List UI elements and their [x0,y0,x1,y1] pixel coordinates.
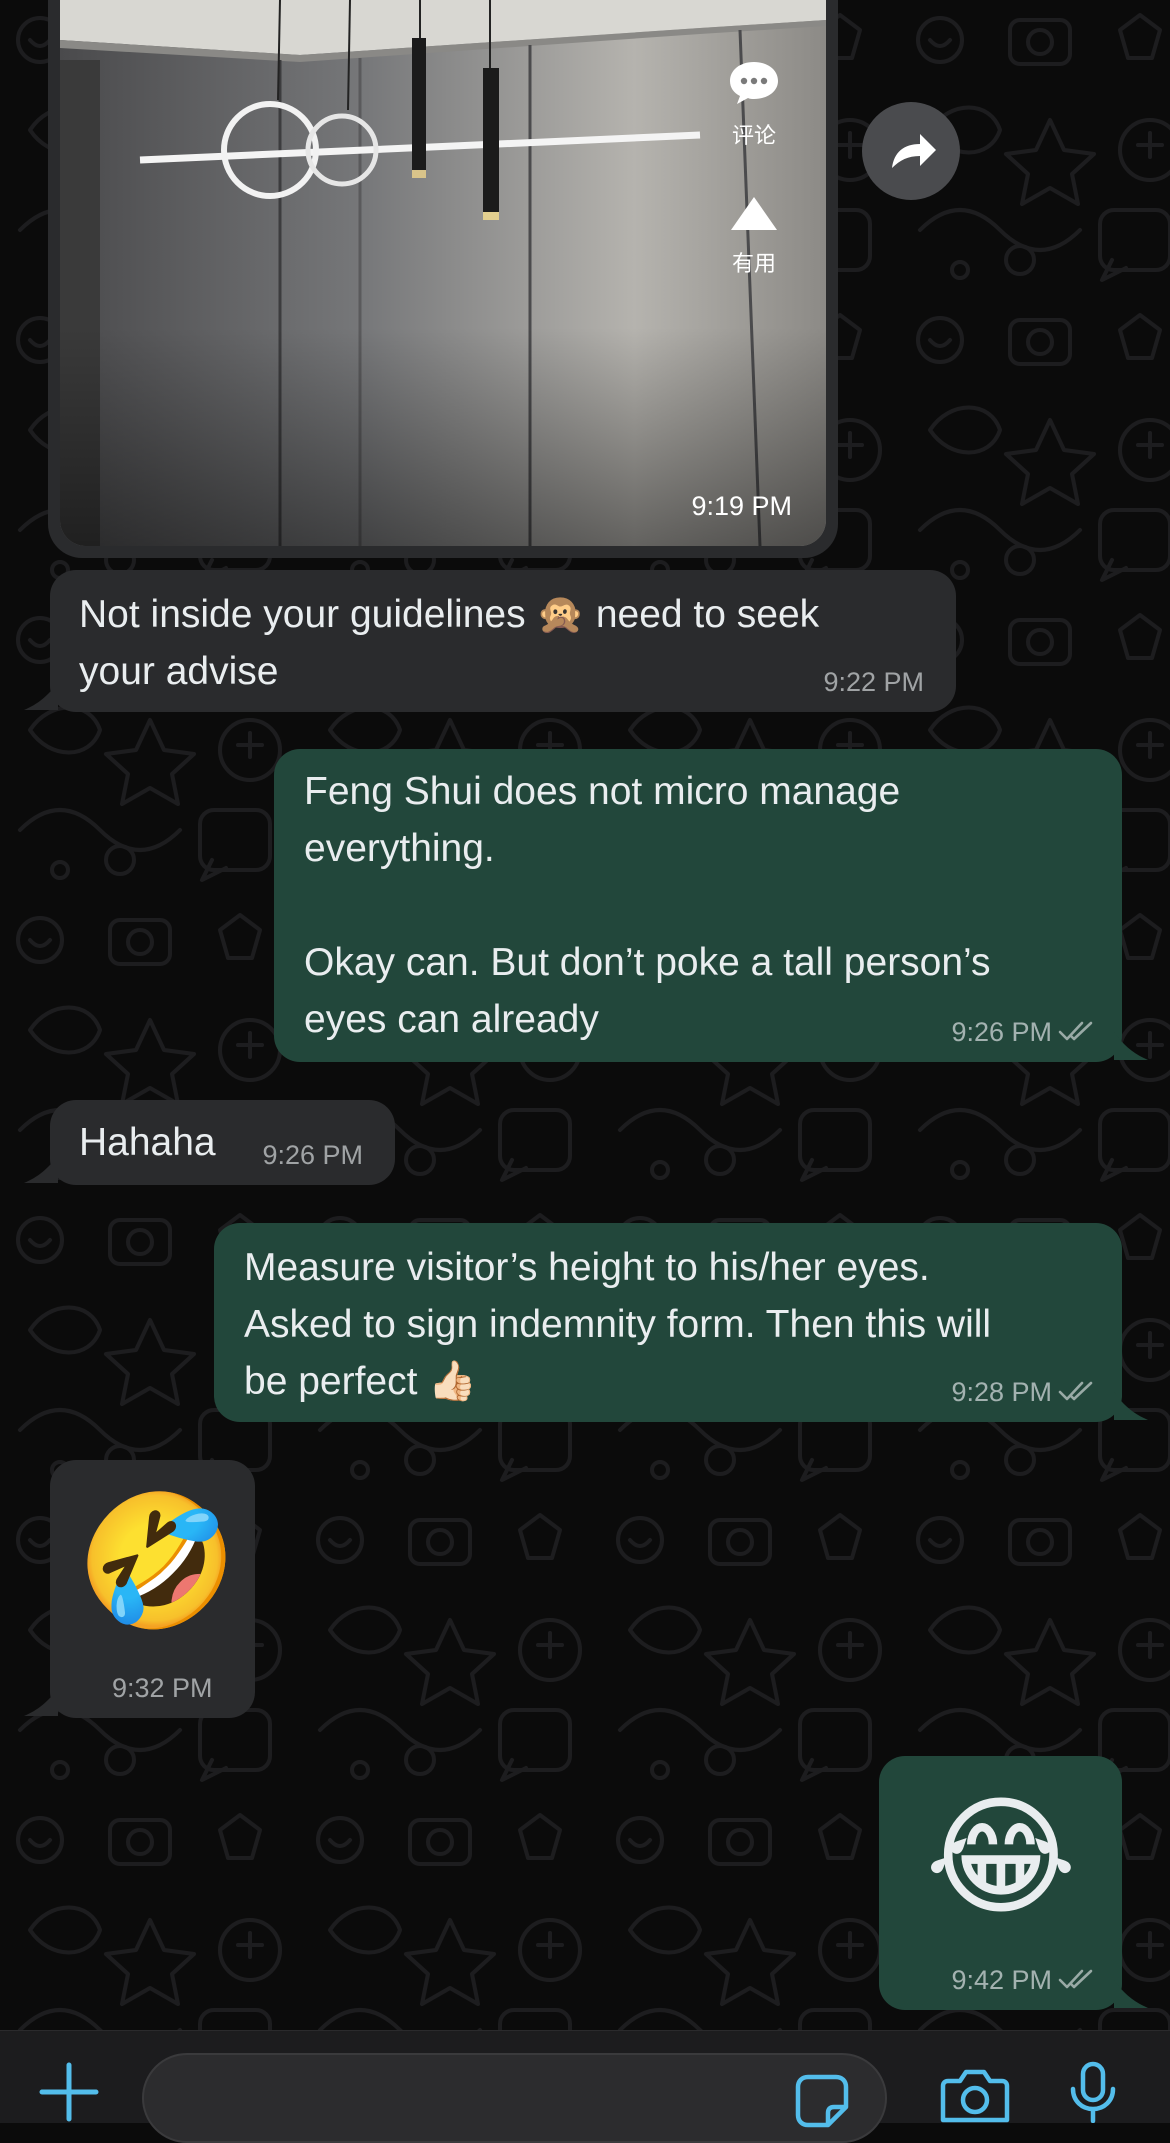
triangle-up-icon [731,197,777,230]
incoming-emoji-message[interactable]: 🤣 9:32 PM [50,1460,255,1718]
bubble-tail [1114,1032,1148,1060]
bubble-tail [24,1155,58,1183]
image-message[interactable]: 评论 有用 9:19 PM [48,0,838,558]
message-input-bar [0,2030,1170,2143]
plus-icon [39,2062,99,2122]
incoming-message[interactable]: Not inside your guidelines 🙊 need to see… [50,570,956,712]
sticker-button[interactable] [794,2073,850,2134]
voice-message-button[interactable] [1068,2061,1118,2128]
message-text: Measure visitor’s height to his/her eyes… [244,1246,992,1403]
comment-bubble-icon [730,62,778,104]
outgoing-emoji-message[interactable]: 😂 9:42 PM [879,1756,1122,2010]
bubble-tail [1114,1980,1148,2008]
camera-button[interactable] [940,2067,1010,2128]
outgoing-message[interactable]: Feng Shui does not micro manage everythi… [274,749,1122,1062]
message-input[interactable] [142,2053,887,2143]
message-time: 9:19 PM [691,491,792,521]
useful-action: 有用 [714,194,794,278]
message-time: 9:26 PM [262,1140,363,1170]
sticker-icon [795,2074,849,2128]
forward-arrow-icon [892,134,936,168]
microphone-icon [1070,2061,1116,2124]
message-text: Feng Shui does not micro manage everythi… [304,770,991,1041]
bubble-tail [24,1688,58,1716]
photo-pendant-lights [60,0,826,546]
useful-label: 有用 [731,251,776,276]
read-double-check-icon [1058,1969,1093,1989]
attach-button[interactable] [38,2061,100,2128]
bubble-tail [1114,1392,1148,1420]
message-time: 9:28 PM [951,1377,1052,1407]
bubble-tail [24,682,58,710]
incoming-message[interactable]: Hahaha 9:26 PM [50,1100,395,1185]
read-double-check-icon [1058,1381,1093,1401]
message-text: Not inside your guidelines 🙊 need to see… [79,593,820,693]
shared-photo[interactable]: 评论 有用 9:19 PM [60,0,826,546]
comment-label: 评论 [731,123,776,148]
camera-icon [940,2069,1010,2123]
read-double-check-icon [1058,1021,1093,1041]
comment-action: 评论 [714,60,794,150]
message-text: Hahaha [79,1121,216,1164]
outgoing-message[interactable]: Measure visitor’s height to his/her eyes… [214,1223,1122,1422]
message-time: 9:22 PM [823,667,924,697]
rolling-laughing-emoji: 🤣 [76,1488,238,1634]
message-time: 9:42 PM [951,1965,1052,1995]
message-time: 9:26 PM [951,1017,1052,1047]
forward-button[interactable] [862,102,960,200]
tears-of-joy-emoji: 😂 [925,1784,1077,1930]
message-time: 9:32 PM [112,1673,213,1703]
